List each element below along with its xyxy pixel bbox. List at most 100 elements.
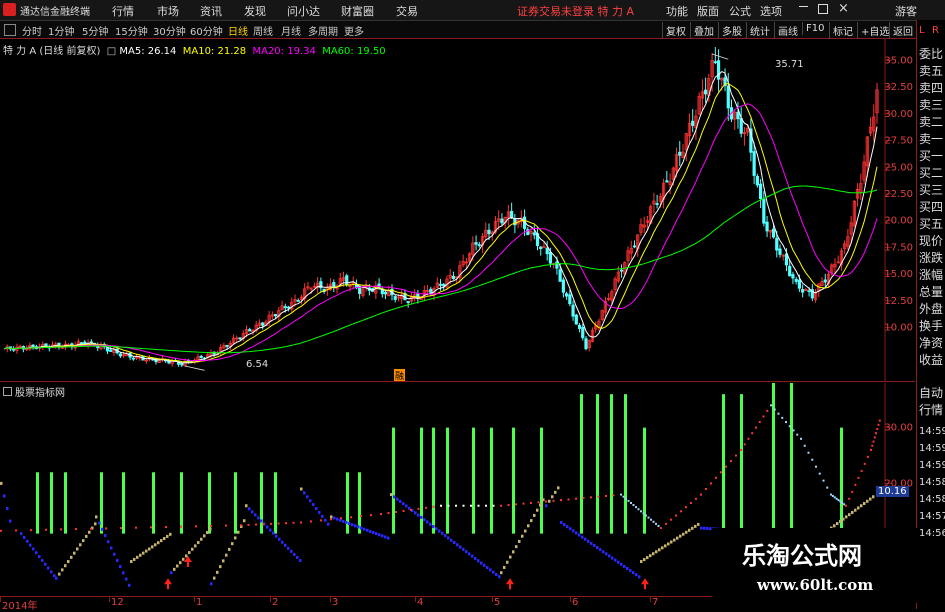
osc-step-up — [521, 534, 524, 538]
osc-step-up — [209, 527, 212, 531]
osc-step-up — [655, 550, 658, 554]
osc-step-up — [866, 499, 869, 503]
trend-step — [715, 476, 717, 479]
panel-label: 换手 — [919, 319, 944, 333]
menu-formula[interactable]: 公式 — [729, 3, 751, 19]
minimize-icon[interactable] — [799, 6, 808, 7]
osc-step-down — [333, 516, 336, 520]
close-icon[interactable]: × — [838, 1, 849, 16]
osc-step-down — [119, 565, 122, 569]
osc-step-down — [50, 570, 53, 574]
trade-time: 14:59 — [919, 443, 945, 454]
back-button[interactable]: 返回 — [889, 22, 916, 39]
candle-down — [438, 283, 443, 286]
osc-step-down — [41, 558, 44, 562]
osc-step-up — [694, 524, 697, 528]
osc-step-down — [483, 563, 486, 567]
tab-weekly[interactable]: 周线 — [253, 23, 273, 38]
osc-step-up — [682, 532, 685, 536]
tab-intraday[interactable]: 分时 — [22, 23, 42, 38]
candlestick-chart[interactable]: 35.00 32.50 30.00 27.50 25.00 22.50 20.00 17.50… — [0, 39, 915, 381]
osc-step-down — [357, 525, 360, 529]
osc-step-up — [542, 498, 545, 502]
osc-step-down — [420, 515, 423, 519]
statistics-button[interactable]: 统计 — [746, 22, 773, 39]
candle-down — [487, 229, 491, 235]
menu-wealth[interactable]: 财富圈 — [341, 3, 374, 19]
trend-step — [637, 508, 640, 511]
menu-layout[interactable]: 版面 — [697, 3, 719, 19]
tab-15min[interactable]: 15分钟 — [115, 23, 148, 38]
osc-step-down — [471, 554, 474, 558]
draw-line-button[interactable]: 画线 — [774, 22, 801, 39]
osc-step-down — [366, 528, 369, 532]
menu-options[interactable]: 选项 — [760, 3, 782, 19]
trend-step — [522, 502, 525, 505]
mark-button[interactable]: 标记 — [829, 22, 856, 39]
tab-monthly[interactable]: 月线 — [281, 23, 301, 38]
tab-30min[interactable]: 30分钟 — [153, 23, 186, 38]
candle-down — [762, 199, 766, 224]
trend-step — [815, 465, 817, 468]
menu-discover[interactable]: 发现 — [244, 3, 266, 19]
trend-step — [670, 518, 672, 521]
osc-step-down — [381, 534, 384, 538]
menu-function[interactable]: 功能 — [666, 3, 688, 19]
candle-down — [691, 120, 695, 126]
tab-1min[interactable]: 1分钟 — [48, 23, 74, 38]
osc-step-down — [396, 497, 399, 501]
osc-step-down — [495, 572, 498, 576]
osc-step-up — [185, 554, 188, 558]
tab-multi-period[interactable]: 多周期 — [308, 23, 338, 38]
menu-assistant[interactable]: 问小达 — [287, 3, 320, 19]
signal-bar — [36, 472, 39, 534]
multi-stock-button[interactable]: 多股 — [718, 22, 745, 39]
tab-more[interactable]: 更多 — [344, 23, 364, 38]
menu-quotes[interactable]: 行情 — [112, 3, 134, 19]
restore-rights-button[interactable]: 复权 — [662, 22, 689, 39]
osc-step-up — [518, 539, 521, 543]
osc-step-down — [441, 531, 444, 535]
panel-tab[interactable]: 行情 — [919, 403, 943, 417]
signal-bar — [432, 427, 435, 534]
trend-step — [785, 421, 787, 424]
trend-step — [340, 517, 342, 520]
panel-label: 涨幅 — [919, 268, 944, 282]
candle-down — [477, 244, 481, 247]
osc-step-up — [527, 524, 530, 528]
menu-guest[interactable]: 游客 — [895, 3, 917, 19]
x-tick-mark — [415, 597, 416, 602]
panel-label: 买三 — [919, 183, 944, 197]
osc-step-down — [438, 529, 441, 533]
tab-60min[interactable]: 60分钟 — [190, 23, 223, 38]
osc-step-down — [110, 546, 113, 550]
trend-step — [878, 419, 881, 422]
trend-step — [870, 448, 872, 451]
add-watchlist-button[interactable]: +自选 — [857, 22, 892, 39]
tab-daily[interactable]: 日线 — [228, 23, 248, 38]
menu-market[interactable]: 市场 — [157, 3, 179, 19]
trend-step — [75, 528, 77, 531]
osc-step-up — [130, 560, 133, 564]
x-tick-label: 6 — [572, 597, 579, 608]
panel-toggle-r[interactable]: R — [932, 24, 939, 38]
trend-step — [552, 499, 555, 502]
trend-step — [620, 493, 622, 496]
overlay-button[interactable]: 叠加 — [690, 22, 717, 39]
osc-step-up — [145, 549, 148, 553]
tab-5min[interactable]: 5分钟 — [82, 23, 108, 38]
low-label: 6.54 — [246, 359, 269, 370]
menu-trade[interactable]: 交易 — [396, 3, 418, 19]
menu-news[interactable]: 资讯 — [200, 3, 222, 19]
panel-tab[interactable]: 自动 — [919, 386, 943, 400]
candle-down — [539, 246, 543, 250]
legend-stock: 特 力 A (日线 前复权) — [3, 46, 101, 57]
osc-step-down — [393, 495, 396, 499]
f10-button[interactable]: F10 — [802, 22, 827, 35]
osc-step-up — [503, 565, 506, 569]
candle-down — [797, 279, 802, 289]
maximize-icon[interactable] — [818, 4, 828, 14]
panel-toggle-l[interactable]: L — [919, 24, 925, 38]
layout-icon[interactable] — [4, 24, 16, 36]
trend-step — [875, 432, 877, 435]
